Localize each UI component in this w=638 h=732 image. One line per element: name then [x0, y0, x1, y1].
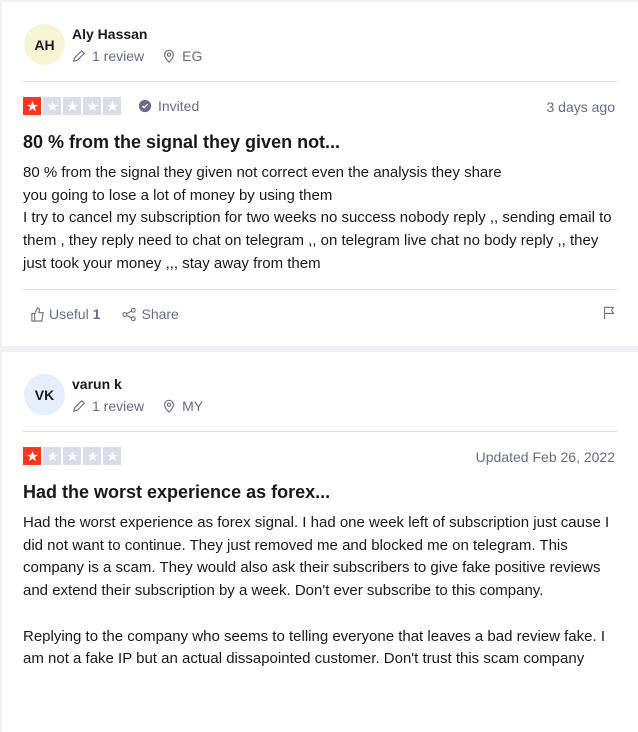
pencil-icon	[72, 399, 86, 413]
reviewer-name[interactable]: varun k	[72, 376, 122, 392]
star-icon	[103, 97, 121, 115]
pencil-icon	[72, 49, 86, 63]
review-date: 3 days ago	[546, 99, 616, 115]
share-button[interactable]: Share	[122, 306, 179, 322]
useful-label: Useful	[49, 306, 89, 322]
review-card: AH Aly Hassan 1 review EG Invited 3 days…	[2, 2, 638, 346]
star-rating	[23, 97, 121, 115]
review-count: 1 review	[92, 48, 145, 64]
star-icon	[23, 97, 41, 115]
star-icon	[23, 447, 41, 465]
review-title[interactable]: Had the worst experience as forex...	[23, 482, 330, 503]
useful-button[interactable]: Useful 1	[30, 306, 100, 322]
star-icon	[43, 97, 61, 115]
flag-icon[interactable]	[602, 306, 616, 320]
thumbs-up-icon	[31, 306, 44, 322]
avatar: VK	[24, 374, 65, 415]
avatar: AH	[24, 24, 65, 65]
divider	[23, 289, 617, 290]
star-icon	[103, 447, 121, 465]
review-count: 1 review	[92, 398, 145, 414]
review-body: 80 % from the signal they given not corr…	[23, 164, 612, 272]
star-icon	[63, 97, 81, 115]
useful-count: 1	[92, 306, 101, 322]
star-icon	[83, 447, 101, 465]
star-icon	[63, 447, 81, 465]
country: EG	[182, 48, 203, 64]
star-icon	[43, 447, 61, 465]
location-icon	[164, 49, 175, 63]
review-body: Had the worst experience as forex signal…	[23, 514, 610, 668]
location-icon	[164, 399, 175, 413]
star-icon	[83, 97, 101, 115]
review-title[interactable]: 80 % from the signal they given not...	[23, 132, 340, 153]
divider	[23, 431, 617, 432]
invited-badge: Invited	[138, 98, 199, 114]
check-circle-icon	[138, 99, 152, 113]
badge-label: Invited	[158, 98, 200, 114]
share-icon	[122, 307, 137, 321]
review-date: Updated Feb 26, 2022	[475, 449, 615, 465]
share-label: Share	[141, 306, 179, 322]
reviewer-name[interactable]: Aly Hassan	[72, 26, 147, 42]
country: MY	[182, 398, 204, 414]
divider	[23, 81, 617, 82]
review-card: VK varun k 1 review MY Updated Feb 26, 2…	[2, 352, 638, 732]
star-rating	[23, 447, 121, 465]
